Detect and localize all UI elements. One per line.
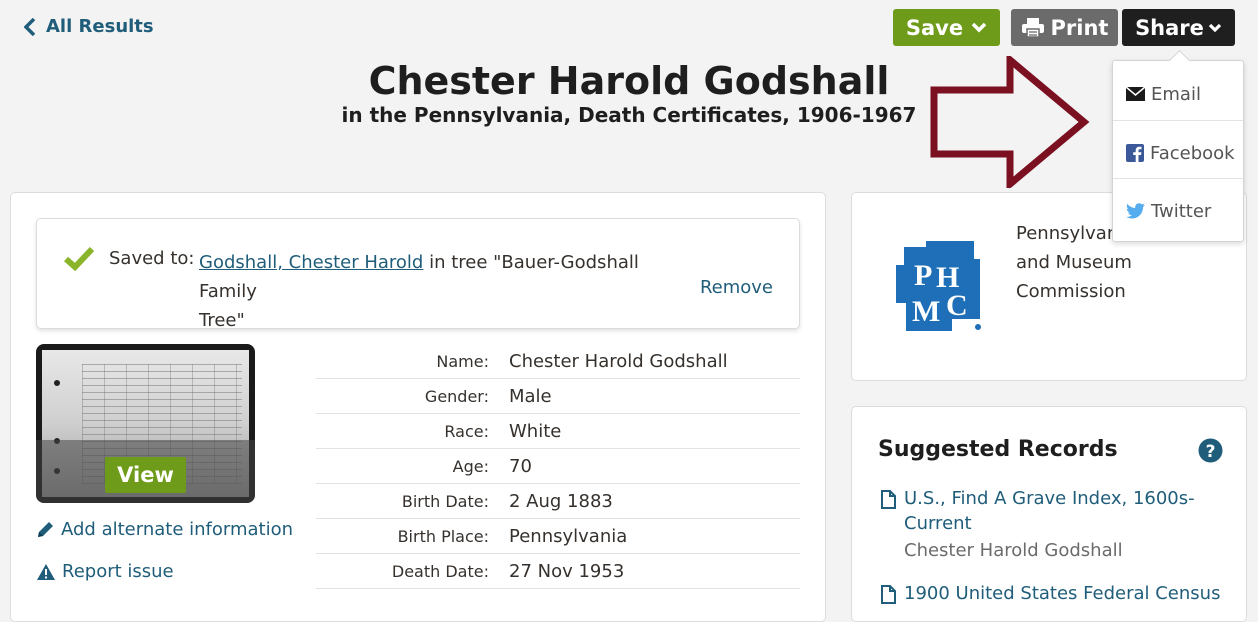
fact-value: 2 Aug 1883 <box>509 491 613 512</box>
divider <box>1113 120 1243 121</box>
tree-name-line2: Tree" <box>199 310 245 331</box>
fact-label: Birth Date: <box>401 492 489 511</box>
pencil-icon <box>38 522 53 537</box>
print-label: Print <box>1050 15 1109 40</box>
fact-label: Age: <box>452 457 489 476</box>
fact-value: White <box>509 421 562 442</box>
fact-label: Death Date: <box>391 562 489 581</box>
warning-icon <box>37 563 55 580</box>
share-twitter-item[interactable]: Twitter <box>1113 182 1243 240</box>
fact-row: Race: White <box>316 414 800 449</box>
fact-row: Death Date: 27 Nov 1953 <box>316 554 800 589</box>
fact-row: Birth Date: 2 Aug 1883 <box>316 484 800 519</box>
add-alternate-info-link[interactable]: Add alternate information <box>36 519 293 540</box>
add-alternate-label: Add alternate information <box>61 519 293 540</box>
svg-text:M: M <box>912 295 940 328</box>
svg-text:P: P <box>914 259 932 292</box>
share-email-label: Email <box>1151 83 1201 105</box>
back-to-results-link[interactable]: All Results <box>24 16 154 37</box>
phmc-logo[interactable]: P H M C <box>892 239 984 333</box>
share-label: Share <box>1135 15 1204 40</box>
divider <box>1113 178 1243 179</box>
annotation-arrow <box>930 56 1090 188</box>
fact-row: Gender: Male <box>316 379 800 414</box>
share-facebook-label: Facebook <box>1150 142 1235 164</box>
chevron-down-icon <box>1208 23 1222 32</box>
facebook-icon <box>1126 144 1144 162</box>
remove-button[interactable]: Remove <box>700 277 773 298</box>
svg-text:?: ? <box>1206 442 1216 462</box>
save-label: Save <box>905 15 964 40</box>
help-icon[interactable]: ? <box>1198 438 1223 463</box>
fact-value: 70 <box>509 456 532 477</box>
report-issue-link[interactable]: Report issue <box>36 561 174 582</box>
document-icon <box>881 490 896 509</box>
document-icon <box>881 585 896 604</box>
fact-label: Name: <box>436 352 489 371</box>
share-dropdown-menu: Email Facebook Twitter <box>1112 60 1244 242</box>
fact-value: 27 Nov 1953 <box>509 561 625 582</box>
back-label: All Results <box>46 16 154 37</box>
record-title-line1: 1900 United States Federal Census <box>904 583 1221 604</box>
saved-person-link[interactable]: Godshall, Chester Harold <box>199 252 423 273</box>
fact-row: Birth Place: Pennsylvania <box>316 519 800 554</box>
saved-label: Saved to: <box>109 248 195 269</box>
record-facts-table: Name: Chester Harold Godshall Gender: Male… <box>316 344 800 589</box>
suggested-record-item: 1900 United States Federal Census <box>878 581 1220 606</box>
fact-value: Male <box>509 386 552 407</box>
fact-label: Gender: <box>424 387 489 406</box>
envelope-icon <box>1126 87 1145 101</box>
checkmark-icon <box>64 246 95 271</box>
share-facebook-item[interactable]: Facebook <box>1113 124 1243 182</box>
suggested-record-item: U.S., Find A Grave Index, 1600s- Current… <box>878 486 1195 563</box>
fact-row: Age: 70 <box>316 449 800 484</box>
saved-to-tree-box: Saved to: Godshall, Chester Harold in tr… <box>36 218 800 331</box>
fact-label: Birth Place: <box>397 527 489 546</box>
svg-text:C: C <box>946 289 968 322</box>
view-image-button[interactable]: View <box>105 457 186 493</box>
print-button[interactable]: Print <box>1011 9 1118 46</box>
report-issue-label: Report issue <box>62 561 174 582</box>
chevron-down-icon <box>971 22 987 33</box>
fact-value: Chester Harold Godshall <box>509 351 728 372</box>
printer-icon <box>1021 18 1044 38</box>
record-title-line2: Current <box>904 513 972 534</box>
save-button[interactable]: Save <box>893 9 1000 46</box>
saved-tree-text: Godshall, Chester Harold in tree "Bauer-… <box>199 248 679 335</box>
source-line2: and Museum <box>1016 252 1132 273</box>
source-line3: Commission <box>1016 281 1126 302</box>
chevron-left-icon <box>24 17 36 36</box>
record-image-thumbnail[interactable]: View <box>36 344 255 503</box>
fact-label: Race: <box>444 422 489 441</box>
suggested-records-title: Suggested Records <box>878 437 1118 462</box>
share-email-item[interactable]: Email <box>1113 65 1243 123</box>
record-person: Chester Harold Godshall <box>904 540 1123 561</box>
twitter-icon <box>1126 203 1145 219</box>
share-button[interactable]: Share <box>1122 9 1235 46</box>
suggested-record-link[interactable]: 1900 United States Federal Census <box>878 581 1220 606</box>
source-line1: Pennsylvan <box>1016 223 1119 244</box>
share-twitter-label: Twitter <box>1151 200 1212 222</box>
fact-value: Pennsylvania <box>509 526 628 547</box>
record-title-line1: U.S., Find A Grave Index, 1600s- <box>904 488 1195 509</box>
suggested-record-link[interactable]: U.S., Find A Grave Index, 1600s- Current <box>878 486 1195 536</box>
suggested-records-card: Suggested Records ? U.S., Find A Grave I… <box>851 406 1247 622</box>
fact-row: Name: Chester Harold Godshall <box>316 344 800 379</box>
